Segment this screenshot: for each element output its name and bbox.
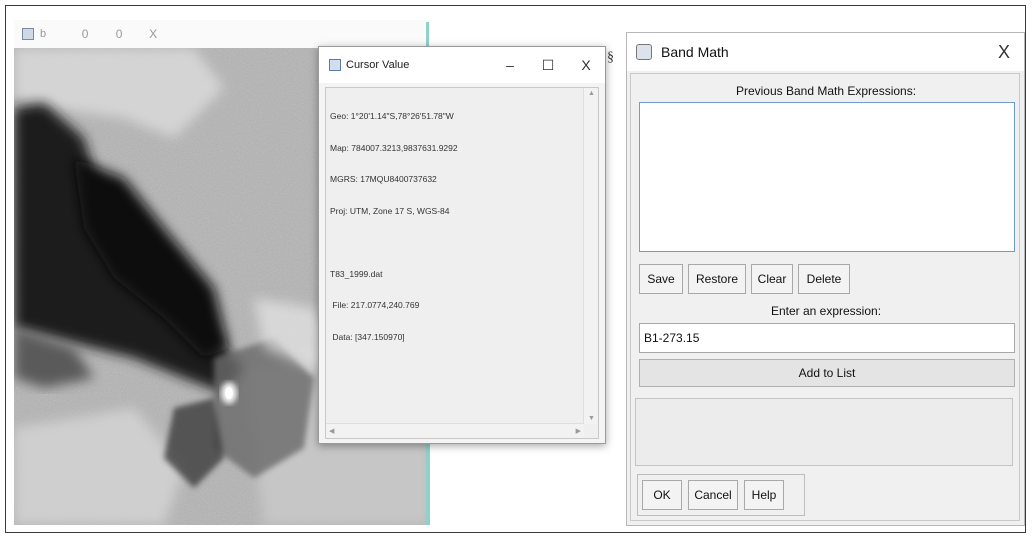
viewer-maximize-button[interactable]: 0 <box>102 27 136 41</box>
message-area <box>635 398 1013 466</box>
dialog-action-group: OK Cancel Help <box>637 474 805 516</box>
cursor-value-maximize-button[interactable]: ☐ <box>529 57 567 74</box>
cursor-value-window[interactable]: Cursor Value – ☐ X Geo: 1°20'1.14"S,78°2… <box>318 46 606 444</box>
cursor-value-minimize-button[interactable]: – <box>491 57 529 73</box>
scroll-right-icon[interactable]: ▶ <box>576 427 581 435</box>
save-button[interactable]: Save <box>639 264 683 294</box>
scroll-up-icon[interactable]: ▲ <box>588 90 595 97</box>
vertical-scrollbar[interactable]: ▲ ▼ <box>583 88 598 424</box>
scroll-down-icon[interactable]: ▼ <box>588 415 595 422</box>
band-math-title-bar[interactable]: Band Math X <box>627 33 1024 71</box>
viewer-title-bar[interactable]: b 0 0 X <box>14 20 430 48</box>
enter-expression-label: Enter an expression: <box>770 304 882 318</box>
band-math-title: Band Math <box>661 44 729 60</box>
band-math-close-button[interactable]: X <box>984 42 1024 63</box>
cursor-value-title-bar[interactable]: Cursor Value – ☐ X <box>319 47 605 83</box>
cursor-line-blank <box>330 237 580 248</box>
cursor-value-close-button[interactable]: X <box>567 57 605 73</box>
band-math-dialog[interactable]: Band Math X Previous Band Math Expressio… <box>626 32 1025 526</box>
add-to-list-button[interactable]: Add to List <box>639 359 1015 387</box>
cursor-value-readout: Geo: 1°20'1.14"S,78°26'51.78"W Map: 7840… <box>330 90 580 363</box>
viewer-close-button[interactable]: X <box>136 27 170 41</box>
viewer-title-label: b <box>40 28 47 40</box>
cancel-button[interactable]: Cancel <box>688 480 738 510</box>
expression-input[interactable]: B1-273.15 <box>639 323 1015 353</box>
cursor-value-text-area[interactable]: Geo: 1°20'1.14"S,78°26'51.78"W Map: 7840… <box>325 87 599 439</box>
band-math-panel: Previous Band Math Expressions: Save Res… <box>630 73 1020 521</box>
cursor-value-title: Cursor Value <box>346 59 410 71</box>
expression-list-buttons: Save Restore Clear Delete <box>639 264 850 294</box>
restore-button[interactable]: Restore <box>688 264 746 294</box>
cursor-line-map: Map: 784007.3213,9837631.9292 <box>330 142 458 153</box>
viewer-app-icon <box>22 28 34 40</box>
previous-expressions-list[interactable] <box>639 102 1015 252</box>
scroll-left-icon[interactable]: ◀ <box>329 427 334 435</box>
cursor-line-geo: Geo: 1°20'1.14"S,78°26'51.78"W <box>330 111 454 121</box>
cursor-line-file-name: T83_1999.dat <box>330 268 383 279</box>
help-button[interactable]: Help <box>744 480 784 510</box>
separator-glyph: § <box>607 50 614 65</box>
cursor-line-proj: Proj: UTM, Zone 17 S, WGS-84 <box>330 205 450 216</box>
cursor-value-app-icon <box>329 59 341 71</box>
cursor-line-file-coords: File: 217.0774,240.769 <box>330 300 420 310</box>
delete-button[interactable]: Delete <box>798 264 850 294</box>
ok-button[interactable]: OK <box>642 480 682 510</box>
viewer-minimize-button[interactable]: 0 <box>68 27 102 41</box>
previous-expressions-label: Previous Band Math Expressions: <box>735 84 917 98</box>
cursor-line-data: Data: [347.150970] <box>330 331 405 342</box>
horizontal-scrollbar[interactable]: ◀ ▶ <box>326 423 584 438</box>
cursor-line-mgrs: MGRS: 17MQU8400737632 <box>330 174 437 184</box>
band-math-app-icon <box>636 44 652 60</box>
clear-button[interactable]: Clear <box>751 264 793 294</box>
